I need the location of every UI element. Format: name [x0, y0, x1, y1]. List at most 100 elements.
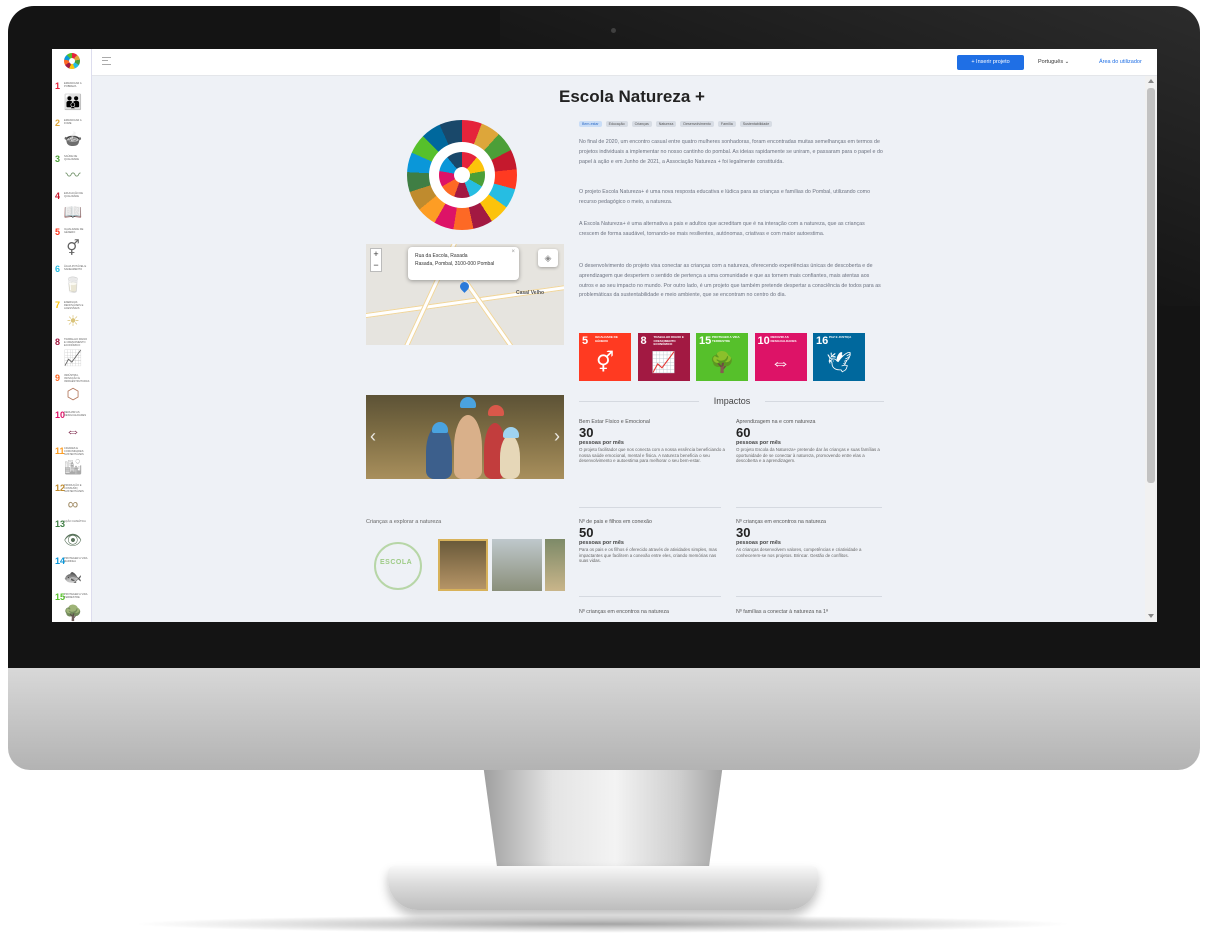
- impact-description: Para os pais e os filhos é oferecido atr…: [579, 547, 717, 564]
- sidebar-sdg-5[interactable]: 5 Igualdade de género ⚥: [55, 227, 89, 265]
- city-icon: 🏙: [63, 459, 83, 476]
- sdg-label: Indústria, inovação e infraestruturas: [64, 374, 90, 383]
- tag-list: Bem-estar Educação Crianças Natureza Desenvo…: [579, 121, 869, 131]
- sidebar-sdg-9[interactable]: 9 Indústria, inovação e infraestruturas ⬡: [55, 373, 89, 411]
- impact-value: 30: [736, 525, 751, 540]
- page-scrollbar[interactable]: [1145, 76, 1157, 622]
- popup-street: Rua da Escola, Rasada: [415, 253, 468, 259]
- sun-icon: ☀: [66, 313, 80, 330]
- gallery-logo-thumbnail[interactable]: ESCOLA: [366, 539, 436, 591]
- impact-value: 60: [736, 425, 751, 440]
- sdg-tile-10[interactable]: 10 Reduzir as desigualdades ⇔: [754, 333, 807, 381]
- sdg-tile-16[interactable]: 16 Paz e justiça 🕊: [813, 333, 865, 381]
- impact-unit: pessoas por mês: [736, 540, 781, 546]
- sdg-label: Ação climática: [64, 520, 86, 523]
- gallery-thumbnail[interactable]: [438, 539, 488, 591]
- sidebar-sdg-14[interactable]: 14 Proteger a vida marinha 🐟: [55, 556, 89, 594]
- sdg-tile-number: 5: [582, 335, 589, 347]
- sdg-tile-5[interactable]: 5 Igualdade de género ⚥: [579, 333, 631, 381]
- sdg-number: 5: [55, 227, 61, 237]
- sidebar-sdg-1[interactable]: 1 Erradicar a pobreza 👪: [55, 81, 89, 119]
- sdg-tile-8[interactable]: 8 Trabalho digno e crescimento económico 📈: [637, 333, 690, 381]
- tag-chip[interactable]: Família: [717, 121, 736, 127]
- monitor-stand-base: [388, 866, 818, 910]
- sdg-label: Água potável e saneamento: [64, 264, 87, 271]
- zoom-out-button[interactable]: −: [373, 260, 378, 270]
- impact-card: Bem Estar Físico e Emocional 30 pessoas po…: [579, 419, 725, 464]
- sidebar-sdg-3[interactable]: 3 Saúde de qualidade 〰: [55, 154, 89, 192]
- zoom-in-button[interactable]: +: [373, 249, 378, 259]
- impact-label: Nº crianças em encontros na natureza: [736, 519, 826, 525]
- location-map[interactable]: + − × Rua da Escola, Rasada Rasada, Pomba…: [366, 244, 564, 345]
- eye-globe-icon: 👁: [63, 532, 83, 549]
- gallery-caption: Crianças a explorar a natureza: [366, 519, 442, 525]
- sdg-label: Saúde de qualidade: [64, 155, 79, 161]
- user-area-link[interactable]: Área do utilizador: [1099, 55, 1142, 70]
- gallery-thumbnail[interactable]: [492, 539, 542, 591]
- tag-chip[interactable]: Bem-estar: [579, 121, 602, 127]
- gallery-thumbnail[interactable]: [545, 539, 565, 591]
- gender-icon: ⚥: [595, 352, 615, 374]
- impact-value: 50: [579, 525, 594, 540]
- sidebar-sdg-11[interactable]: 11 Cidades e comunidades sustentáveis 🏙: [55, 446, 89, 484]
- impact-card: Nº famílias a conectar à natureza na 1ª: [736, 609, 882, 616]
- impact-label: Nº de pais e filhos em conexão: [579, 519, 652, 525]
- description-paragraph: No final de 2020, um encontro casual ent…: [579, 139, 883, 165]
- tag-chip[interactable]: Educação: [605, 121, 628, 127]
- layers-icon[interactable]: ◈: [538, 249, 558, 267]
- tag-chip[interactable]: Desenvolvimento: [680, 121, 714, 127]
- impact-label: Nº crianças em encontros na natureza: [579, 609, 669, 615]
- sdg-number: 7: [55, 300, 61, 310]
- scroll-up-icon[interactable]: [1148, 79, 1154, 83]
- gender-icon: ⚥: [66, 240, 80, 257]
- top-bar: + Inserir projeto Português ⌄ Área do ut…: [52, 49, 1157, 76]
- sdg-number: 9: [55, 373, 61, 383]
- menu-toggle-icon[interactable]: [102, 57, 111, 65]
- equality-icon: ⇔: [65, 422, 81, 440]
- sdg-tile-15[interactable]: 15 Proteger a vida terrestre 🌳: [696, 333, 748, 381]
- description-paragraph: O projeto Escola Natureza+ é uma nova re…: [579, 189, 871, 205]
- impact-card: Aprendizagem na e com natureza 60 pessoas …: [736, 419, 882, 464]
- tag-chip[interactable]: Natureza: [655, 121, 677, 127]
- sidebar-sdg-10[interactable]: 10 Reduzir as desigualdades ⇔: [55, 410, 89, 448]
- impact-description: O projeto facilitador que nos conecta co…: [579, 447, 725, 464]
- tag-chip[interactable]: Crianças: [631, 121, 652, 127]
- carousel-next-icon[interactable]: ›: [554, 427, 560, 445]
- tag-chip[interactable]: Sustentabilidade: [739, 121, 773, 127]
- sdg-number: 2: [55, 117, 61, 128]
- impact-unit: pessoas por mês: [579, 540, 624, 546]
- sdg-label: Igualdade de género: [64, 228, 84, 234]
- insert-project-button[interactable]: + Inserir projeto: [957, 55, 1024, 70]
- scroll-thumb[interactable]: [1147, 88, 1155, 483]
- sidebar-sdg-13[interactable]: 13 Ação climática 👁: [55, 519, 89, 557]
- growth-chart-icon: 📈: [63, 349, 83, 367]
- scroll-down-icon[interactable]: [1148, 614, 1154, 618]
- sidebar-sdg-4[interactable]: 4 Educação de qualidade 📖: [55, 191, 89, 229]
- sdg-sidebar: 1 Erradicar a pobreza 👪 2 Erradicar a fome 🍲 3…: [52, 49, 92, 622]
- impact-description: As crianças desenvolvem valores, competê…: [736, 547, 862, 558]
- sdg-label: Trabalho digno e crescimento económico: [64, 337, 88, 347]
- impact-card: Nº de pais e filhos em conexão 50 pessoas …: [579, 519, 725, 564]
- sidebar-sdg-15[interactable]: 15 Proteger a vida terrestre 🌳: [55, 592, 89, 622]
- sidebar-sdg-8[interactable]: 8 Trabalho digno e crescimento económico 📈: [55, 337, 89, 375]
- map-town-label: Casal Velho: [516, 290, 545, 296]
- impact-card: Nº crianças em encontros na natureza 30 pe…: [736, 519, 882, 558]
- carousel-prev-icon[interactable]: ‹: [370, 427, 376, 445]
- photo-carousel[interactable]: ‹ ›: [366, 395, 564, 479]
- sdg-label: Cidades e comunidades sustentáveis: [64, 447, 84, 456]
- sidebar-sdg-12[interactable]: 12 Produção e consumo sustentáveis ∞: [55, 483, 89, 521]
- language-selector[interactable]: Português ⌄: [1038, 55, 1069, 70]
- map-zoom-control[interactable]: + −: [370, 248, 382, 272]
- app-logo-icon[interactable]: [64, 53, 80, 69]
- cubes-icon: ⬡: [66, 386, 80, 403]
- impacts-header: Impactos: [579, 395, 884, 407]
- sdg-label: Reduzir as desigualdades: [64, 410, 87, 417]
- sidebar-sdg-2[interactable]: 2 Erradicar a fome 🍲: [55, 118, 89, 156]
- logo-text: ESCOLA: [380, 559, 413, 566]
- sidebar-sdg-6[interactable]: 6 Água potável e saneamento 🥛: [55, 264, 89, 302]
- sdg-tile-label: Proteger a vida terrestre: [712, 335, 740, 343]
- impact-value: 30: [579, 425, 594, 440]
- page-title: Escola Natureza +: [559, 87, 705, 106]
- close-icon[interactable]: ×: [511, 248, 515, 256]
- sidebar-sdg-7[interactable]: 7 Energias renováveis e acessíveis ☀: [55, 300, 89, 338]
